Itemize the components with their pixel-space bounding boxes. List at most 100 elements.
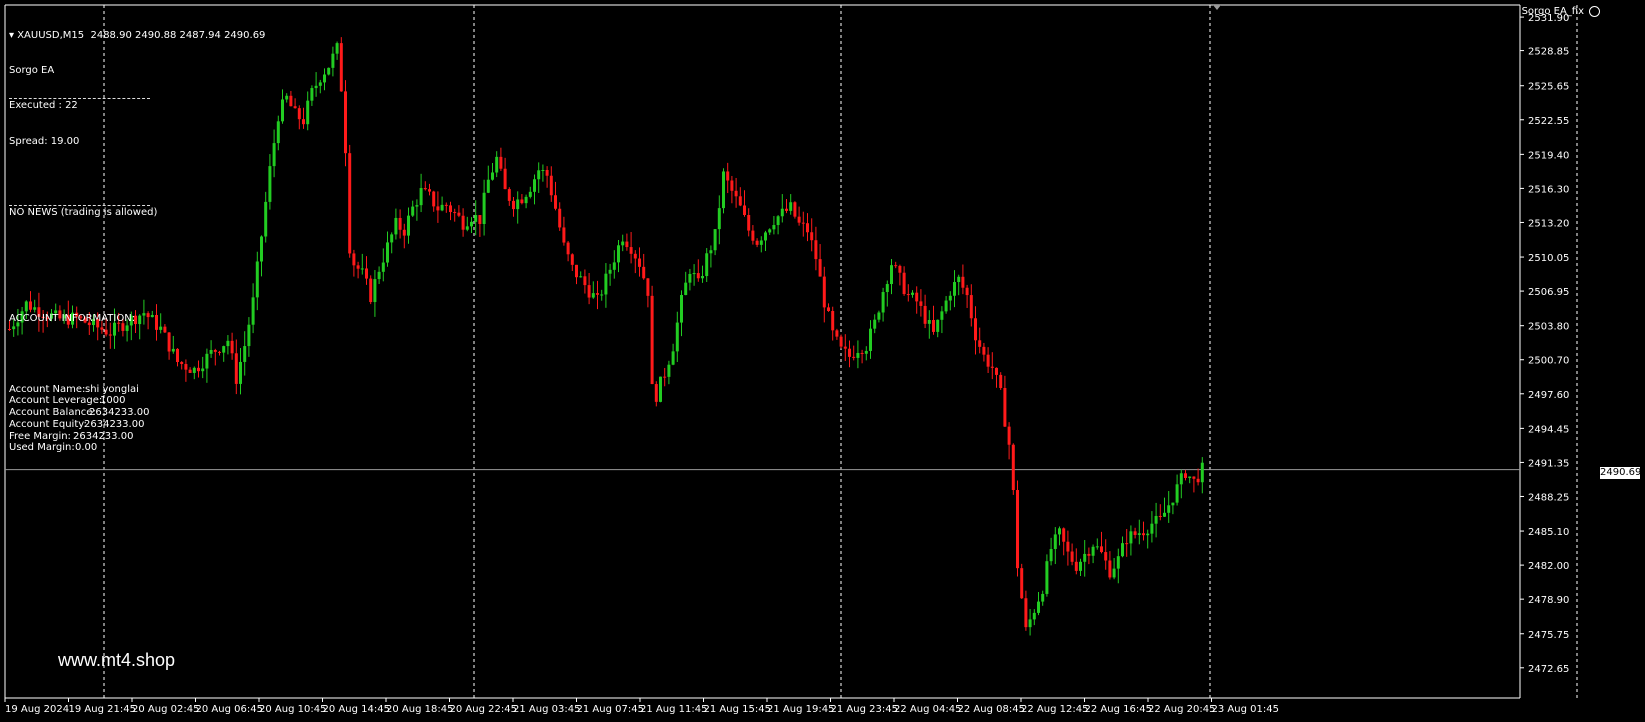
x-tick-label: 20 Aug 02:45 bbox=[132, 704, 199, 715]
bull-candle bbox=[285, 95, 289, 100]
y-tick-label: 2482.00 bbox=[1528, 561, 1569, 572]
account-row-value: 0.00 bbox=[75, 442, 98, 454]
bear-candle bbox=[1062, 528, 1066, 542]
bear-candle bbox=[646, 278, 650, 296]
bear-candle bbox=[990, 366, 994, 368]
bull-candle bbox=[612, 262, 616, 270]
shift-marker-icon bbox=[1213, 5, 1221, 10]
bear-candle bbox=[499, 156, 503, 169]
bull-candle bbox=[692, 273, 696, 275]
bear-candle bbox=[726, 171, 730, 181]
bull-candle bbox=[1129, 531, 1133, 544]
smiley-face-icon[interactable] bbox=[1589, 6, 1600, 17]
bull-candle bbox=[524, 196, 528, 204]
bear-candle bbox=[545, 169, 549, 176]
y-tick-label: 2528.85 bbox=[1528, 47, 1569, 58]
ea-tag: Sorgo EA_fix bbox=[1521, 6, 1584, 17]
bear-candle bbox=[562, 227, 566, 243]
separator-line bbox=[9, 205, 150, 206]
x-tick-label: 21 Aug 19:45 bbox=[767, 704, 834, 715]
bear-candle bbox=[356, 265, 360, 269]
bear-candle bbox=[969, 295, 973, 319]
bull-candle bbox=[537, 170, 541, 180]
bear-candle bbox=[654, 384, 658, 402]
x-tick-label: 21 Aug 15:45 bbox=[704, 704, 771, 715]
bear-candle bbox=[1024, 598, 1028, 628]
bear-candle bbox=[860, 352, 864, 354]
bear-candle bbox=[512, 200, 515, 210]
bear-candle bbox=[1196, 478, 1200, 483]
bear-candle bbox=[978, 340, 982, 347]
y-tick-label: 2525.65 bbox=[1528, 82, 1569, 93]
bear-candle bbox=[814, 240, 818, 260]
y-tick-label: 2485.10 bbox=[1528, 527, 1569, 538]
bull-candle bbox=[940, 311, 944, 320]
bull-candle bbox=[671, 351, 675, 365]
account-row-value: 1000 bbox=[100, 395, 126, 407]
bull-candle bbox=[318, 82, 322, 86]
bear-candle bbox=[365, 268, 368, 279]
bear-candle bbox=[806, 223, 809, 233]
bear-candle bbox=[827, 307, 830, 311]
bear-candle bbox=[974, 318, 977, 341]
bear-candle bbox=[1142, 533, 1145, 536]
bull-candle bbox=[705, 253, 709, 277]
spread-label: Spread: 19.00 bbox=[9, 135, 80, 147]
x-tick-label: 20 Aug 10:45 bbox=[259, 704, 326, 715]
bear-candle bbox=[999, 374, 1003, 389]
bear-candle bbox=[428, 189, 431, 192]
bull-candle bbox=[881, 292, 885, 313]
bear-candle bbox=[902, 272, 906, 295]
x-tick-label: 19 Aug 2024 bbox=[5, 704, 69, 715]
bull-candle bbox=[608, 269, 612, 274]
bear-candle bbox=[444, 204, 448, 206]
bull-candle bbox=[281, 99, 284, 122]
bear-candle bbox=[843, 346, 847, 349]
bull-candle bbox=[1137, 533, 1141, 535]
bear-candle bbox=[919, 301, 923, 306]
x-tick-label: 21 Aug 07:45 bbox=[577, 704, 644, 715]
y-tick-label: 2494.45 bbox=[1528, 424, 1569, 435]
bull-candle bbox=[1058, 528, 1061, 535]
x-tick-label: 20 Aug 18:45 bbox=[386, 704, 453, 715]
account-row: Used Margin: 0.00 bbox=[9, 442, 265, 454]
dropdown-triangle-icon[interactable]: ▾ bbox=[9, 30, 17, 41]
bull-candle bbox=[482, 192, 486, 224]
bear-candle bbox=[554, 195, 557, 209]
bear-candle bbox=[1020, 568, 1024, 599]
bull-candle bbox=[1112, 568, 1116, 578]
bear-candle bbox=[596, 293, 599, 295]
bull-candle bbox=[390, 234, 394, 243]
bull-candle bbox=[360, 268, 364, 270]
bear-candle bbox=[747, 214, 751, 231]
bear-candle bbox=[1125, 543, 1129, 545]
bear-candle bbox=[625, 241, 629, 248]
account-row: Account Leverage: 1000 bbox=[9, 395, 265, 407]
x-tick-label: 21 Aug 03:45 bbox=[513, 704, 580, 715]
bear-candle bbox=[822, 276, 826, 308]
bull-candle bbox=[604, 273, 608, 295]
account-row: Free Margin: 2634233.00 bbox=[9, 431, 265, 443]
price-chart[interactable]: 2531.90 2528.85 2525.65 2522.55 2519.40 2516.… bbox=[0, 0, 1645, 722]
bear-candle bbox=[734, 190, 738, 197]
bull-candle bbox=[1079, 561, 1082, 571]
bull-candle bbox=[1095, 546, 1099, 548]
symbol-header[interactable]: ▾ XAUUSD,M15 2488.90 2490.88 2487.94 249… bbox=[9, 30, 265, 42]
bull-candle bbox=[873, 319, 877, 329]
y-tick-label: 2519.40 bbox=[1528, 150, 1569, 161]
bull-candle bbox=[465, 226, 469, 230]
bear-candle bbox=[1070, 551, 1074, 562]
bear-candle bbox=[738, 196, 742, 206]
bull-candle bbox=[717, 208, 721, 230]
bull-candle bbox=[415, 205, 419, 207]
bear-candle bbox=[894, 265, 898, 267]
bull-candle bbox=[936, 319, 940, 332]
bear-candle bbox=[751, 230, 755, 241]
bear-candle bbox=[629, 247, 633, 254]
bear-candle bbox=[810, 232, 814, 241]
bear-candle bbox=[423, 188, 427, 190]
bear-candle bbox=[633, 253, 637, 259]
bull-candle bbox=[1171, 502, 1175, 506]
